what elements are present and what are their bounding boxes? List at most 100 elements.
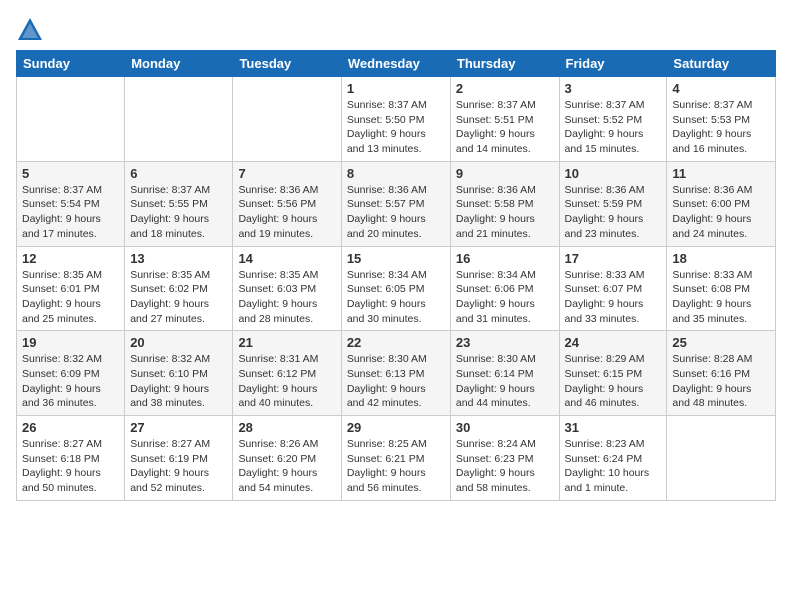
calendar-cell: 28Sunrise: 8:26 AM Sunset: 6:20 PM Dayli… — [233, 416, 341, 501]
day-number: 31 — [565, 420, 662, 435]
calendar-cell: 27Sunrise: 8:27 AM Sunset: 6:19 PM Dayli… — [125, 416, 233, 501]
calendar-cell: 15 Sunrise: 8:34 AM Sunset: 6:05 PM Dayli… — [341, 246, 450, 331]
day-number: 15 — [347, 251, 445, 266]
day-info: Sunrise: 8:36 AM Sunset: 5:58 PM Dayligh… — [456, 183, 554, 242]
day-info: Sunrise: 8:27 AM Sunset: 6:19 PM Dayligh… — [130, 437, 227, 496]
day-number: 8 — [347, 166, 445, 181]
calendar-cell: 16 Sunrise: 8:34 AM Sunset: 6:06 PM Dayli… — [450, 246, 559, 331]
day-number: 20 — [130, 335, 227, 350]
day-info: Sunrise: 8:30 AM Sunset: 6:13 PM Dayligh… — [347, 352, 445, 411]
logo-icon — [16, 16, 44, 44]
calendar-cell: 21 Sunrise: 8:31 AM Sunset: 6:12 PM Dayli… — [233, 331, 341, 416]
calendar-cell: 26 Sunrise: 8:27 AM Sunset: 6:18 PM Dayli… — [17, 416, 125, 501]
calendar-week-row: 5 Sunrise: 8:37 AM Sunset: 5:54 PM Daylig… — [17, 161, 776, 246]
weekday-header-wednesday: Wednesday — [341, 51, 450, 77]
calendar-cell: 11Sunrise: 8:36 AM Sunset: 6:00 PM Dayli… — [667, 161, 776, 246]
day-number: 23 — [456, 335, 554, 350]
calendar-cell: 14 Sunrise: 8:35 AM Sunset: 6:03 PM Dayli… — [233, 246, 341, 331]
day-info: Sunrise: 8:35 AM Sunset: 6:03 PM Dayligh… — [238, 268, 335, 327]
day-number: 26 — [22, 420, 119, 435]
calendar-cell: 31Sunrise: 8:23 AM Sunset: 6:24 PM Dayli… — [559, 416, 667, 501]
calendar-cell: 29 Sunrise: 8:25 AM Sunset: 6:21 PM Dayli… — [341, 416, 450, 501]
day-info: Sunrise: 8:36 AM Sunset: 5:59 PM Dayligh… — [565, 183, 662, 242]
weekday-header-saturday: Saturday — [667, 51, 776, 77]
day-info: Sunrise: 8:32 AM Sunset: 6:09 PM Dayligh… — [22, 352, 119, 411]
day-info: Sunrise: 8:37 AM Sunset: 5:55 PM Dayligh… — [130, 183, 227, 242]
day-number: 28 — [238, 420, 335, 435]
day-number: 10 — [565, 166, 662, 181]
calendar-week-row: 12 Sunrise: 8:35 AM Sunset: 6:01 PM Dayli… — [17, 246, 776, 331]
calendar-cell: 24 Sunrise: 8:29 AM Sunset: 6:15 PM Dayli… — [559, 331, 667, 416]
day-info: Sunrise: 8:37 AM Sunset: 5:50 PM Dayligh… — [347, 98, 445, 157]
day-info: Sunrise: 8:37 AM Sunset: 5:54 PM Dayligh… — [22, 183, 119, 242]
day-number: 22 — [347, 335, 445, 350]
calendar-cell: 17 Sunrise: 8:33 AM Sunset: 6:07 PM Dayli… — [559, 246, 667, 331]
day-number: 13 — [130, 251, 227, 266]
calendar-cell: 6 Sunrise: 8:37 AM Sunset: 5:55 PM Daylig… — [125, 161, 233, 246]
calendar-header-row: SundayMondayTuesdayWednesdayThursdayFrid… — [17, 51, 776, 77]
day-number: 21 — [238, 335, 335, 350]
weekday-header-tuesday: Tuesday — [233, 51, 341, 77]
day-number: 17 — [565, 251, 662, 266]
calendar-cell: 5 Sunrise: 8:37 AM Sunset: 5:54 PM Daylig… — [17, 161, 125, 246]
day-info: Sunrise: 8:35 AM Sunset: 6:02 PM Dayligh… — [130, 268, 227, 327]
weekday-header-friday: Friday — [559, 51, 667, 77]
calendar-cell: 20 Sunrise: 8:32 AM Sunset: 6:10 PM Dayli… — [125, 331, 233, 416]
calendar-cell: 30Sunrise: 8:24 AM Sunset: 6:23 PM Dayli… — [450, 416, 559, 501]
day-number: 18 — [672, 251, 770, 266]
day-number: 29 — [347, 420, 445, 435]
day-info: Sunrise: 8:24 AM Sunset: 6:23 PM Dayligh… — [456, 437, 554, 496]
calendar-week-row: 26 Sunrise: 8:27 AM Sunset: 6:18 PM Dayli… — [17, 416, 776, 501]
day-info: Sunrise: 8:34 AM Sunset: 6:06 PM Dayligh… — [456, 268, 554, 327]
calendar-cell: 7Sunrise: 8:36 AM Sunset: 5:56 PM Daylig… — [233, 161, 341, 246]
day-number: 19 — [22, 335, 119, 350]
day-number: 14 — [238, 251, 335, 266]
day-number: 6 — [130, 166, 227, 181]
calendar-cell: 10 Sunrise: 8:36 AM Sunset: 5:59 PM Dayli… — [559, 161, 667, 246]
day-number: 5 — [22, 166, 119, 181]
calendar-cell — [17, 77, 125, 162]
day-number: 16 — [456, 251, 554, 266]
day-info: Sunrise: 8:32 AM Sunset: 6:10 PM Dayligh… — [130, 352, 227, 411]
day-info: Sunrise: 8:33 AM Sunset: 6:08 PM Dayligh… — [672, 268, 770, 327]
day-info: Sunrise: 8:36 AM Sunset: 6:00 PM Dayligh… — [672, 183, 770, 242]
day-info: Sunrise: 8:28 AM Sunset: 6:16 PM Dayligh… — [672, 352, 770, 411]
day-info: Sunrise: 8:37 AM Sunset: 5:53 PM Dayligh… — [672, 98, 770, 157]
calendar-cell: 1 Sunrise: 8:37 AM Sunset: 5:50 PM Daylig… — [341, 77, 450, 162]
day-info: Sunrise: 8:36 AM Sunset: 5:57 PM Dayligh… — [347, 183, 445, 242]
calendar-cell: 8 Sunrise: 8:36 AM Sunset: 5:57 PM Daylig… — [341, 161, 450, 246]
day-info: Sunrise: 8:25 AM Sunset: 6:21 PM Dayligh… — [347, 437, 445, 496]
day-number: 3 — [565, 81, 662, 96]
calendar-cell: 18 Sunrise: 8:33 AM Sunset: 6:08 PM Dayli… — [667, 246, 776, 331]
day-number: 9 — [456, 166, 554, 181]
weekday-header-thursday: Thursday — [450, 51, 559, 77]
day-info: Sunrise: 8:31 AM Sunset: 6:12 PM Dayligh… — [238, 352, 335, 411]
weekday-header-sunday: Sunday — [17, 51, 125, 77]
calendar-cell: 13 Sunrise: 8:35 AM Sunset: 6:02 PM Dayli… — [125, 246, 233, 331]
page-header — [16, 16, 776, 44]
day-number: 24 — [565, 335, 662, 350]
day-info: Sunrise: 8:34 AM Sunset: 6:05 PM Dayligh… — [347, 268, 445, 327]
day-number: 1 — [347, 81, 445, 96]
calendar-cell: 19 Sunrise: 8:32 AM Sunset: 6:09 PM Dayli… — [17, 331, 125, 416]
day-number: 4 — [672, 81, 770, 96]
calendar-table: SundayMondayTuesdayWednesdayThursdayFrid… — [16, 50, 776, 501]
calendar-cell — [125, 77, 233, 162]
day-number: 12 — [22, 251, 119, 266]
day-info: Sunrise: 8:37 AM Sunset: 5:52 PM Dayligh… — [565, 98, 662, 157]
day-info: Sunrise: 8:37 AM Sunset: 5:51 PM Dayligh… — [456, 98, 554, 157]
calendar-body: 1 Sunrise: 8:37 AM Sunset: 5:50 PM Daylig… — [17, 77, 776, 501]
day-info: Sunrise: 8:29 AM Sunset: 6:15 PM Dayligh… — [565, 352, 662, 411]
day-number: 25 — [672, 335, 770, 350]
calendar-cell — [667, 416, 776, 501]
calendar-cell: 12 Sunrise: 8:35 AM Sunset: 6:01 PM Dayli… — [17, 246, 125, 331]
day-info: Sunrise: 8:33 AM Sunset: 6:07 PM Dayligh… — [565, 268, 662, 327]
day-number: 7 — [238, 166, 335, 181]
calendar-cell: 2 Sunrise: 8:37 AM Sunset: 5:51 PM Daylig… — [450, 77, 559, 162]
day-info: Sunrise: 8:27 AM Sunset: 6:18 PM Dayligh… — [22, 437, 119, 496]
day-info: Sunrise: 8:30 AM Sunset: 6:14 PM Dayligh… — [456, 352, 554, 411]
calendar-cell: 3 Sunrise: 8:37 AM Sunset: 5:52 PM Daylig… — [559, 77, 667, 162]
logo — [16, 16, 48, 44]
day-number: 2 — [456, 81, 554, 96]
day-info: Sunrise: 8:35 AM Sunset: 6:01 PM Dayligh… — [22, 268, 119, 327]
